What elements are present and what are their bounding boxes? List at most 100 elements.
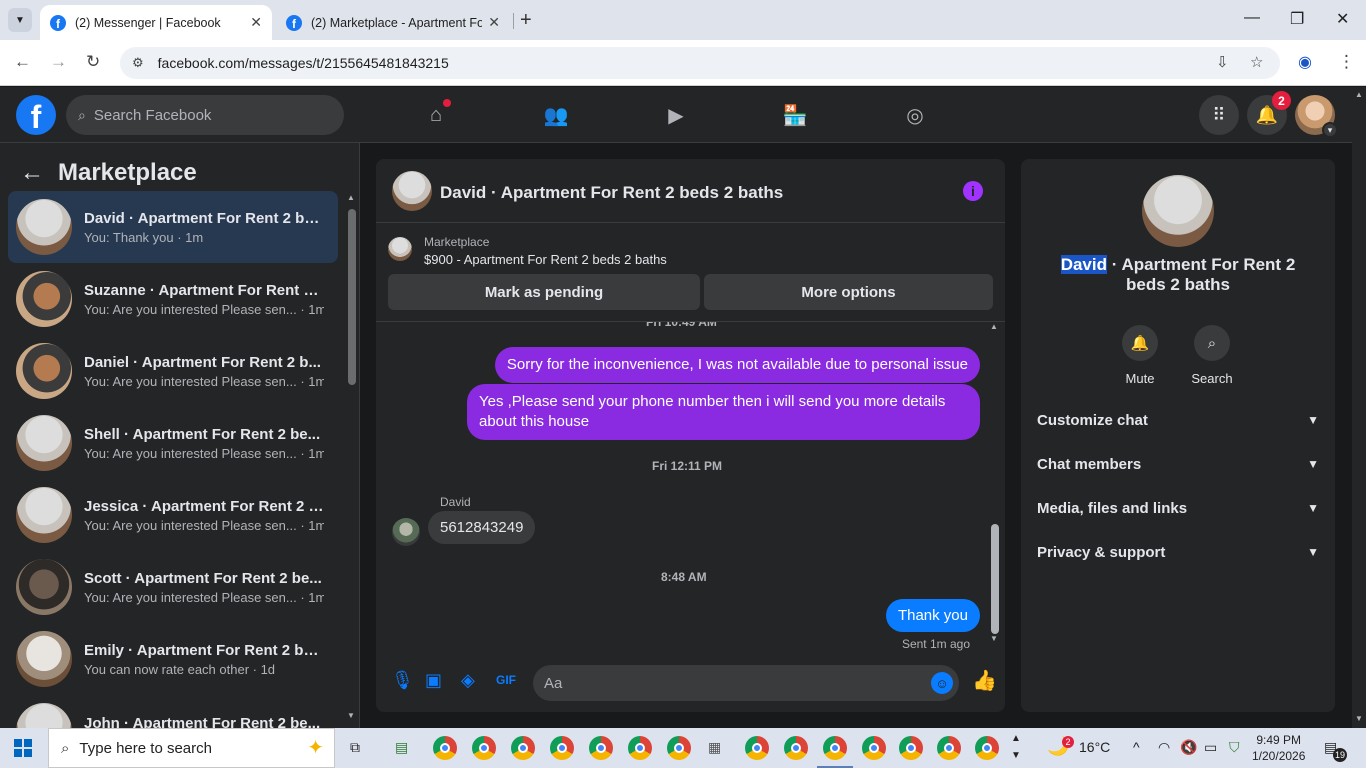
notifications-bell-icon[interactable]: 🔔 2	[1247, 91, 1291, 135]
minimize-button[interactable]: —	[1244, 9, 1260, 27]
tab-messenger[interactable]: f (2) Messenger | Facebook ✕	[40, 5, 272, 40]
scroll-down-icon[interactable]: ▼	[990, 634, 998, 643]
video-icon[interactable]: ▶	[661, 101, 691, 129]
account-avatar[interactable]: ▾	[1295, 95, 1338, 138]
outgoing-message[interactable]: Yes ,Please send your phone number then …	[467, 384, 980, 440]
search-input[interactable]: ⌕ Search Facebook	[66, 95, 344, 135]
media-files-links-row[interactable]: Media, files and links ▼	[1037, 486, 1319, 530]
windows-start-icon[interactable]	[14, 739, 32, 757]
list-item[interactable]: Jessica · Apartment For Rent 2 b... You: …	[8, 479, 338, 551]
tray-chevron-icon[interactable]: ^	[1133, 739, 1140, 755]
chrome-icon[interactable]	[550, 736, 574, 760]
back-arrow-icon[interactable]: ←	[14, 52, 31, 72]
scroll-down-icon[interactable]: ▼	[347, 711, 355, 720]
speaker-muted-icon[interactable]: 🔇	[1180, 739, 1197, 756]
section-label: Customize chat	[1037, 411, 1148, 429]
back-arrow-icon[interactable]: ←	[20, 159, 44, 187]
chrome-icon[interactable]	[472, 736, 496, 760]
message-input[interactable]: Aa ☺	[533, 665, 959, 701]
new-tab-button[interactable]: +	[520, 9, 532, 32]
clock[interactable]: 9:49 PM 1/20/2026	[1252, 732, 1305, 764]
marketplace-icon[interactable]: 🏪	[780, 101, 810, 129]
outgoing-message[interactable]: Sorry for the inconvenience, I was not a…	[494, 347, 980, 383]
spreadsheet-app-icon[interactable]: ▤	[395, 739, 408, 756]
task-view-icon[interactable]: ⧉	[350, 739, 360, 756]
chat-members-row[interactable]: Chat members ▼	[1037, 442, 1319, 486]
tab-marketplace[interactable]: f (2) Marketplace - Apartment Fo ✕	[276, 5, 510, 40]
mark-as-pending-button[interactable]: Mark as pending	[388, 274, 700, 310]
groups-icon[interactable]: ◎	[900, 101, 930, 129]
site-settings-icon[interactable]: ⚙	[132, 55, 144, 71]
chrome-icon[interactable]	[823, 736, 847, 760]
chrome-icon[interactable]	[628, 736, 652, 760]
profile-icon[interactable]: ◉	[1298, 52, 1312, 72]
chat-title[interactable]: David · Apartment For Rent 2 beds 2 bath…	[440, 183, 783, 203]
list-item[interactable]: Scott · Apartment For Rent 2 be... You: A…	[8, 551, 338, 623]
chrome-icon[interactable]	[937, 736, 961, 760]
chrome-icon[interactable]	[589, 736, 613, 760]
info-icon[interactable]: i	[963, 181, 983, 201]
battery-icon[interactable]: ▭	[1204, 739, 1217, 756]
menu-grid-icon[interactable]: ⠿	[1199, 95, 1239, 135]
bookmark-star-icon[interactable]: ☆	[1250, 53, 1263, 71]
forward-arrow-icon[interactable]: →	[50, 52, 67, 72]
more-options-button[interactable]: More options	[704, 274, 993, 310]
chat-avatar[interactable]	[392, 171, 432, 211]
tab-search-button[interactable]: ▼	[8, 8, 32, 32]
taskbar-search-input[interactable]: ⌕ Type here to search ✦	[48, 728, 335, 768]
contact-avatar[interactable]	[1142, 175, 1214, 247]
chrome-icon[interactable]	[667, 736, 691, 760]
restore-button[interactable]: ❐	[1290, 9, 1304, 29]
photo-icon[interactable]: ▣	[425, 670, 442, 691]
scroll-up-icon[interactable]: ▲	[990, 322, 998, 331]
scroll-up-icon[interactable]: ▲	[347, 193, 355, 202]
page-scrollbar[interactable]: ▲ ▼	[1352, 88, 1366, 728]
chrome-icon[interactable]	[433, 736, 457, 760]
chrome-icon[interactable]	[745, 736, 769, 760]
thumbs-up-icon[interactable]: 👍	[972, 668, 997, 693]
close-icon[interactable]: ✕	[488, 14, 500, 31]
facebook-logo-icon[interactable]: f	[16, 95, 56, 135]
list-item[interactable]: Emily · Apartment For Rent 2 be... You ca…	[8, 623, 338, 695]
scrollbar-thumb[interactable]	[348, 209, 356, 385]
list-item[interactable]: Daniel · Apartment For Rent 2 b... You: A…	[8, 335, 338, 407]
scroll-up-icon[interactable]: ▲	[1355, 90, 1363, 99]
sidebar-scrollbar[interactable]: ▲ ▼	[347, 193, 356, 726]
gif-icon[interactable]: GIF	[496, 673, 516, 687]
wifi-icon[interactable]: ◠	[1158, 739, 1170, 756]
search-button[interactable]: ⌕ Search	[1182, 325, 1242, 386]
sender-avatar[interactable]	[392, 518, 420, 546]
close-icon[interactable]: ✕	[250, 14, 262, 31]
chrome-icon[interactable]	[975, 736, 999, 760]
customize-chat-row[interactable]: Customize chat ▼	[1037, 398, 1319, 442]
security-icon[interactable]: ⛉	[1229, 739, 1240, 756]
microphone-icon[interactable]: 🎙	[391, 670, 414, 691]
privacy-support-row[interactable]: Privacy & support ▼	[1037, 530, 1319, 574]
list-item[interactable]: David · Apartment For Rent 2 be... You: T…	[8, 191, 338, 263]
outgoing-message[interactable]: Thank you	[885, 599, 980, 632]
list-item[interactable]: Shell · Apartment For Rent 2 be... You: A…	[8, 407, 338, 479]
chrome-icon[interactable]	[784, 736, 808, 760]
incoming-message[interactable]: 5612843249	[428, 511, 536, 544]
mute-button[interactable]: 🔔 Mute	[1110, 325, 1170, 386]
address-bar[interactable]: ⚙ facebook.com/messages/t/21556454818432…	[120, 47, 1280, 79]
browser-menu-icon[interactable]: ⋮	[1338, 52, 1355, 72]
emoji-icon[interactable]: ☺	[931, 672, 953, 694]
chrome-icon[interactable]	[511, 736, 535, 760]
close-window-button[interactable]: ✕	[1336, 9, 1349, 29]
taskbar-overflow-chevrons[interactable]: ▲ ▼	[1011, 730, 1021, 764]
chrome-icon[interactable]	[899, 736, 923, 760]
sticker-icon[interactable]: ◈	[461, 670, 475, 691]
install-app-icon[interactable]: ⇩	[1216, 53, 1229, 71]
message-scrollbar[interactable]: ▲ ▼	[990, 322, 1000, 649]
reload-icon[interactable]: ↻	[86, 52, 100, 72]
list-item[interactable]: Suzanne · Apartment For Rent 2 ... You: A…	[8, 263, 338, 335]
friends-icon[interactable]: 👥	[541, 101, 571, 129]
tab-title: (2) Messenger | Facebook	[75, 15, 221, 30]
scroll-down-icon[interactable]: ▼	[1355, 714, 1363, 723]
home-icon[interactable]: ⌂	[421, 99, 451, 129]
calculator-icon[interactable]: ▦	[708, 739, 721, 756]
scrollbar-thumb[interactable]	[991, 524, 999, 634]
chrome-icon[interactable]	[862, 736, 886, 760]
clock-time: 9:49 PM	[1256, 733, 1302, 747]
